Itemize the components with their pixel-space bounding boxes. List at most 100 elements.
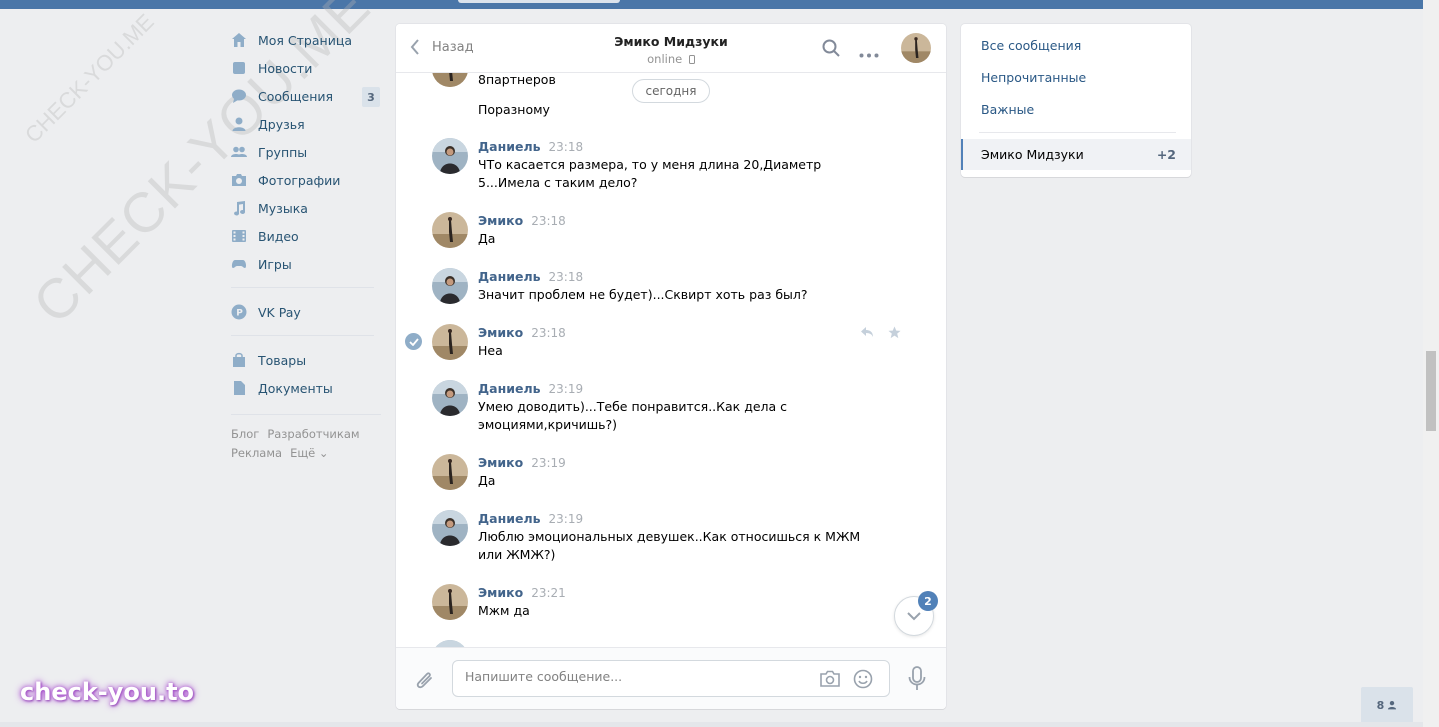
nav-item-games[interactable]: Игры [231, 250, 381, 278]
message-actions [860, 326, 901, 342]
vkpay-icon: P [231, 304, 247, 320]
author-avatar[interactable] [432, 510, 468, 546]
camera-icon[interactable] [819, 670, 841, 691]
message-input-box [452, 660, 890, 697]
message-author[interactable]: Эмико 23:21 [478, 585, 566, 600]
group-icon [231, 144, 247, 160]
paperclip-icon[interactable] [413, 667, 435, 694]
reply-icon[interactable] [860, 326, 874, 342]
nav-divider [231, 414, 381, 415]
nav-item-music[interactable]: Музыка [231, 194, 381, 222]
message-author[interactable]: Даниель 23:19 [478, 511, 583, 526]
author-name: Даниель [478, 381, 541, 396]
author-avatar[interactable] [432, 212, 468, 248]
message-author[interactable]: Эмико 23:18 [478, 325, 566, 340]
search-icon[interactable] [822, 39, 840, 60]
filter-unread[interactable]: Непрочитанные [981, 70, 1086, 85]
footer-link-blog[interactable]: Блог [231, 427, 259, 441]
video-icon [231, 228, 247, 244]
peer-avatar[interactable] [901, 33, 931, 63]
top-header-bar [0, 0, 1423, 9]
online-friends-count: 8 [1376, 698, 1385, 712]
home-icon [231, 32, 247, 48]
message-history: 8партнеров Поразному сегодня Даниель 23:1… [396, 73, 946, 647]
nav-label: Документы [258, 380, 333, 396]
selected-check-icon[interactable] [405, 333, 422, 350]
active-dialog-count: +2 [1156, 147, 1176, 162]
scrollbar-thumb[interactable] [1426, 351, 1436, 431]
unread-count-badge: 2 [918, 591, 938, 611]
nav-item-friends[interactable]: Друзья [231, 110, 381, 138]
nav-item-video[interactable]: Видео [231, 222, 381, 250]
chat-header: Назад Эмико Мидзуки online [396, 24, 946, 73]
active-dialog-item[interactable]: Эмико Мидзуки +2 [961, 139, 1191, 170]
chevron-down-icon [907, 612, 921, 621]
footer-link-developers[interactable]: Разработчикам [267, 427, 359, 441]
message-time[interactable]: 23:21 [531, 586, 566, 600]
author-avatar[interactable] [432, 584, 468, 620]
message-time[interactable]: 23:19 [531, 456, 566, 470]
footer-link-ads[interactable]: Реклама [231, 446, 282, 460]
message-time[interactable]: 23:18 [549, 140, 584, 154]
mobile-icon [688, 55, 695, 64]
online-friends-button[interactable]: 8 [1361, 687, 1413, 723]
filter-important[interactable]: Важные [981, 102, 1034, 117]
nav-item-news[interactable]: Новости [231, 54, 381, 82]
header-search-field[interactable] [458, 0, 620, 3]
more-options-icon[interactable] [859, 46, 879, 61]
star-icon[interactable] [888, 326, 901, 342]
document-icon [231, 380, 247, 396]
user-icon [231, 116, 247, 132]
author-avatar[interactable] [432, 268, 468, 304]
message-author[interactable]: Эмико 23:18 [478, 213, 566, 228]
nav-label: Сообщения [258, 88, 334, 104]
message-author[interactable]: Даниель 23:18 [478, 269, 583, 284]
nav-label: VK Pay [258, 304, 301, 320]
nav-item-messages[interactable]: Сообщения 3 [231, 82, 381, 110]
author-avatar[interactable] [432, 454, 468, 490]
message-time[interactable]: 23:18 [549, 270, 584, 284]
message-icon [231, 88, 247, 104]
date-separator: сегодня [632, 79, 710, 103]
author-avatar[interactable] [432, 138, 468, 174]
nav-item-groups[interactable]: Группы [231, 138, 381, 166]
message-text: Люблю эмоциональных девушек..Как относиш… [478, 529, 861, 562]
nav-item-documents[interactable]: Документы [231, 374, 381, 402]
bottom-bar [0, 722, 1423, 727]
message-author[interactable]: Эмико 23:19 [478, 455, 566, 470]
messages-count-badge: 3 [362, 87, 380, 107]
author-avatar[interactable] [432, 380, 468, 416]
footer-links: Блог Разработчикам Реклама Ещё ⌄ [231, 425, 381, 463]
peer-status-text: online [647, 52, 683, 66]
emoji-icon[interactable] [853, 669, 873, 692]
microphone-icon[interactable] [908, 666, 926, 695]
author-name: Даниель [478, 139, 541, 154]
author-name: Эмико [478, 213, 524, 228]
active-dialog-name: Эмико Мидзуки [981, 147, 1084, 162]
nav-label: Новости [258, 60, 313, 76]
message-time[interactable]: 23:18 [531, 214, 566, 228]
author-avatar[interactable] [432, 324, 468, 360]
message-author[interactable]: Даниель 23:19 [478, 381, 583, 396]
nav-label: Музыка [258, 200, 308, 216]
nav-item-photos[interactable]: Фотографии [231, 166, 381, 194]
footer-link-more[interactable]: Ещё ⌄ [290, 446, 328, 460]
author-avatar[interactable] [432, 640, 468, 647]
nav-item-my-page[interactable]: Моя Страница [231, 26, 381, 54]
nav-item-vkpay[interactable]: P VK Pay [231, 298, 381, 326]
author-name: Эмико [478, 455, 524, 470]
message-input[interactable] [465, 669, 805, 684]
nav-item-goods[interactable]: Товары [231, 346, 381, 374]
message-author[interactable]: Даниель 23:18 [478, 139, 583, 154]
message-time[interactable]: 23:18 [531, 326, 566, 340]
message-text: Поразному [478, 102, 550, 117]
nav-label: Товары [258, 352, 307, 368]
author-name: Даниель [478, 511, 541, 526]
filter-all-messages[interactable]: Все сообщения [981, 38, 1081, 53]
message-text: Неа [478, 343, 503, 358]
author-avatar[interactable] [432, 73, 468, 87]
nav-label: Видео [258, 228, 299, 244]
nav-label: Группы [258, 144, 308, 160]
message-time[interactable]: 23:19 [549, 382, 584, 396]
message-time[interactable]: 23:19 [549, 512, 584, 526]
